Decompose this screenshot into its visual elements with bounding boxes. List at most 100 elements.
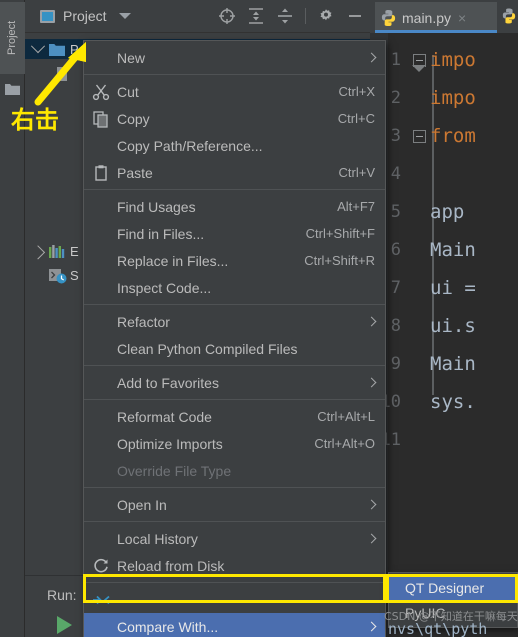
menu-item-reload-from-disk[interactable]: Reload from Disk: [84, 552, 385, 579]
tree-row-label: S: [70, 267, 79, 283]
toolbar-divider: [305, 8, 306, 24]
scratch-icon: [49, 268, 67, 283]
gear-icon[interactable]: [317, 7, 335, 25]
annotation-note-label: 右击: [11, 106, 59, 134]
menu-icon-placeholder: [92, 313, 110, 331]
code-line: 5 app: [370, 193, 518, 231]
menu-icon-placeholder: [92, 137, 110, 155]
menu-item-replace-in-files[interactable]: Replace in Files... Ctrl+Shift+R: [84, 247, 385, 274]
menu-icon-placeholder: [92, 374, 110, 392]
menu-item-reformat-code[interactable]: Reformat Code Ctrl+Alt+L: [84, 403, 385, 430]
menu-item-copy-path-reference[interactable]: Copy Path/Reference...: [84, 132, 385, 159]
menu-item-local-history[interactable]: Local History: [84, 525, 385, 552]
code-editor[interactable]: 1 impo 2 impo 3 from 4 5 app 6 Main 7 ui…: [370, 33, 518, 637]
tree-row-label: E: [70, 243, 79, 259]
menu-item-label: Find Usages: [117, 198, 196, 215]
menu-item-shortcut: Alt+F7: [337, 199, 375, 214]
code-text: impo: [430, 87, 476, 109]
menu-separator: [84, 399, 385, 400]
editor-tab-main-py[interactable]: main.py ×: [375, 2, 497, 33]
menu-icon-placeholder: [92, 225, 110, 243]
collapse-all-icon[interactable]: [276, 7, 294, 25]
code-text: ui.s: [430, 315, 476, 337]
submenu-item-qt-designer[interactable]: QT Designer: [389, 575, 517, 600]
menu-separator: [84, 521, 385, 522]
menu-item-shortcut: Ctrl+X: [338, 84, 375, 99]
menu-icon-placeholder: [92, 496, 110, 514]
tree-row[interactable]: S: [49, 265, 79, 285]
menu-separator: [84, 365, 385, 366]
menu-item-new[interactable]: New: [84, 44, 385, 71]
code-line: 9 Main: [370, 345, 518, 383]
python-file-icon: [381, 9, 396, 26]
code-text: from: [430, 125, 476, 147]
menu-item-optimize-imports[interactable]: Optimize Imports Ctrl+Alt+O: [84, 430, 385, 457]
folder-icon[interactable]: [5, 82, 20, 95]
console-path-text: nvs\qt\pyth: [388, 620, 488, 637]
compare-icon: [92, 591, 110, 609]
fold-marker[interactable]: [408, 129, 430, 143]
menu-item-compare-with[interactable]: [84, 586, 385, 613]
code-line: 3 from: [370, 117, 518, 155]
menu-item-find-usages[interactable]: Find Usages Alt+F7: [84, 193, 385, 220]
code-line: 8 ui.s: [370, 307, 518, 345]
code-line: 4: [370, 155, 518, 193]
tree-row[interactable]: E: [30, 241, 79, 261]
menu-icon-placeholder: [92, 340, 110, 358]
copy-icon: [92, 110, 110, 128]
menu-icon-placeholder: [92, 435, 110, 453]
code-line: 10 sys.: [370, 383, 518, 421]
context-menu: New Cut Ctrl+X Copy Ctrl+C Copy Path/Ref…: [83, 40, 386, 637]
menu-item-add-to-favorites[interactable]: Add to Favorites: [84, 369, 385, 396]
menu-separator: [84, 74, 385, 75]
chevron-right-icon: [366, 316, 377, 327]
menu-item-label: Cut: [117, 83, 139, 100]
menu-icon-placeholder: [92, 618, 110, 636]
menu-item-find-in-files[interactable]: Find in Files... Ctrl+Shift+F: [84, 220, 385, 247]
menu-item-refactor[interactable]: Refactor: [84, 308, 385, 335]
menu-item-label: Replace in Files...: [117, 252, 229, 269]
code-text: Main: [430, 353, 476, 375]
code-text: app: [430, 201, 465, 223]
menu-item-shortcut: Ctrl+Shift+F: [305, 226, 375, 241]
code-line: 7 ui =: [370, 269, 518, 307]
menu-item-label: Clean Python Compiled Files: [117, 340, 298, 357]
close-icon[interactable]: ×: [458, 10, 466, 26]
menu-item-external-tools[interactable]: Compare With...: [84, 613, 385, 637]
menu-item-shortcut: Ctrl+Shift+R: [304, 253, 375, 268]
menu-item-clean-python-compiled-files[interactable]: Clean Python Compiled Files: [84, 335, 385, 362]
menu-item-inspect-code[interactable]: Inspect Code...: [84, 274, 385, 301]
code-text: impo: [430, 49, 476, 71]
menu-item-label: Inspect Code...: [117, 279, 212, 296]
menu-item-copy[interactable]: Copy Ctrl+C: [84, 105, 385, 132]
chevron-down-icon[interactable]: [118, 13, 131, 19]
run-play-icon[interactable]: [57, 616, 72, 634]
expand-all-icon[interactable]: [247, 7, 265, 25]
chevron-right-icon[interactable]: [30, 245, 46, 260]
menu-icon-placeholder: [92, 530, 110, 548]
sidebar-tab-project-label: Project: [6, 20, 18, 56]
editor-tab-label: main.py: [402, 9, 452, 26]
menu-item-open-in[interactable]: Open In: [84, 491, 385, 518]
menu-item-cut[interactable]: Cut Ctrl+X: [84, 78, 385, 105]
menu-item-override-file-type: Override File Type: [84, 457, 385, 484]
menu-item-label: Open In: [117, 496, 167, 513]
menu-icon-placeholder: [92, 462, 110, 480]
menu-separator: [84, 487, 385, 488]
project-toolbar: Project: [25, 0, 370, 33]
reload-icon: [92, 557, 110, 575]
minimize-icon[interactable]: [346, 7, 364, 25]
locate-target-icon[interactable]: [218, 7, 236, 25]
fold-marker[interactable]: [408, 53, 430, 72]
menu-item-shortcut: Ctrl+Alt+O: [314, 436, 375, 451]
python-file-icon-partial: [502, 8, 516, 24]
menu-item-label: Reload from Disk: [117, 557, 225, 574]
sidebar-tab-project[interactable]: Project: [0, 2, 25, 74]
menu-item-label: Local History: [117, 530, 198, 547]
menu-icon-placeholder: [92, 279, 110, 297]
clipboard-icon: [92, 164, 110, 182]
code-line: 11: [370, 421, 518, 459]
code-line: 2 impo: [370, 79, 518, 117]
menu-item-paste[interactable]: Paste Ctrl+V: [84, 159, 385, 186]
code-text: Main: [430, 239, 476, 261]
